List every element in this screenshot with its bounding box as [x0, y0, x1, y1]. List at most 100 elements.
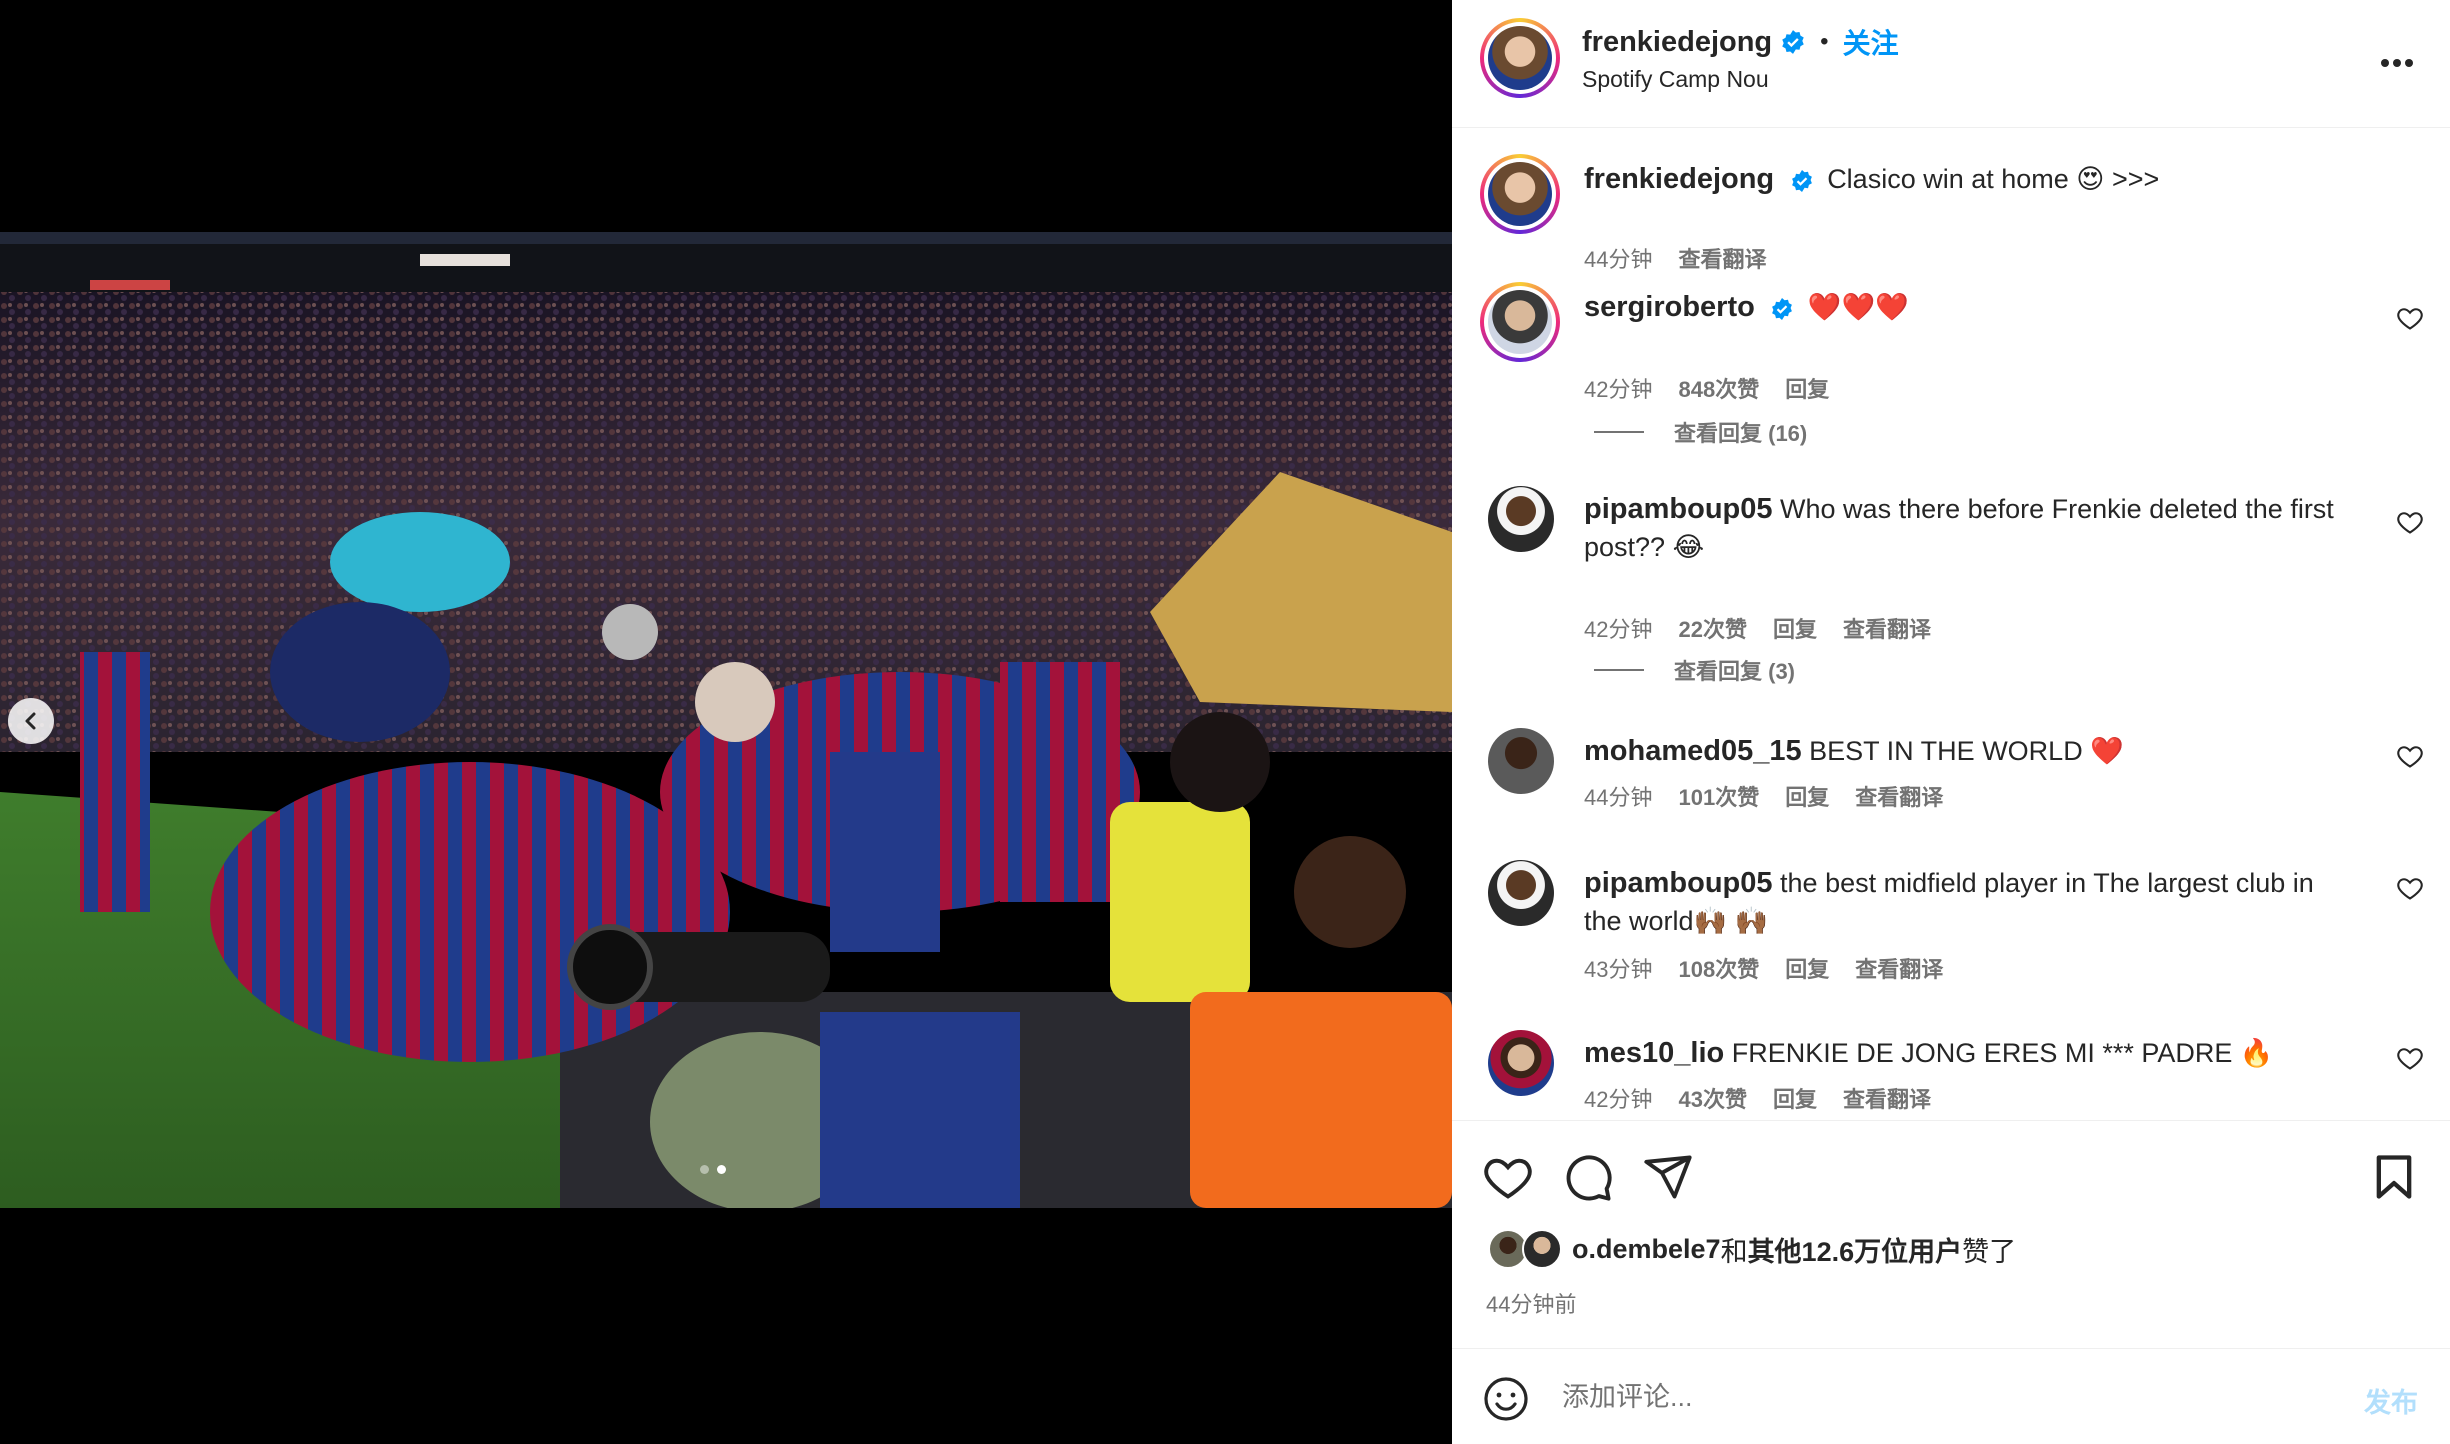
verified-badge-icon	[1772, 297, 1793, 320]
comment-body: Who was there before Frenkie deleted the…	[1780, 494, 2334, 524]
comment-text: frenkiedejong Clasico win at home 😍 >>>	[1584, 160, 2159, 198]
author-username[interactable]: frenkiedejong	[1582, 26, 1772, 59]
reply-button[interactable]: 回复	[1785, 952, 1829, 984]
more-icon[interactable]	[2380, 38, 2414, 77]
caption-row: frenkiedejong Clasico win at home 😍 >>> …	[1452, 154, 2450, 274]
heart-icon[interactable]	[1482, 1151, 1534, 1203]
reply-button[interactable]: 回复	[1785, 372, 1829, 404]
comment-time[interactable]: 44分钟	[1584, 242, 1652, 274]
heart-icon[interactable]	[2396, 508, 2424, 536]
post-timestamp[interactable]: 44分钟前	[1486, 1287, 1576, 1319]
heart-icon[interactable]	[2396, 304, 2424, 332]
comment-row: pipamboup05 the best midfield player in …	[1452, 860, 2450, 1010]
share-icon[interactable]	[1642, 1151, 1694, 1203]
comment-time[interactable]: 42分钟	[1584, 1082, 1652, 1114]
comment-body-cont: the world🙌🏾 🙌🏾	[1584, 906, 1769, 936]
comment-body: ❤️❤️❤️	[1807, 292, 1909, 322]
comment-text: sergiroberto ❤️❤️❤️	[1584, 288, 1909, 326]
view-replies-label: 查看回复 (3)	[1674, 659, 1796, 684]
comment-meta: 43分钟 108次赞 回复 查看翻译	[1584, 952, 1943, 984]
post-photo[interactable]	[0, 232, 1452, 1208]
post-header: frenkiedejong • 关注 Spotify Camp Nou	[1452, 0, 2450, 128]
avatar[interactable]	[1480, 154, 1560, 234]
avatar[interactable]	[1488, 860, 1554, 926]
heart-icon[interactable]	[2396, 874, 2424, 902]
instagram-post-view: frenkiedejong • 关注 Spotify Camp Nou fren…	[0, 0, 2450, 1444]
heart-icon[interactable]	[2396, 1044, 2424, 1072]
comment-text: pipamboup05 Who was there before Frenkie…	[1584, 490, 2374, 566]
likes-summary[interactable]: o.dembele7 和 其他12.6万位用户 赞了	[1488, 1229, 2016, 1269]
comment-row: mohamed05_15 BEST IN THE WORLD ❤️ 44分钟 1…	[1452, 728, 2450, 848]
comment-row: mes10_lio FRENKIE DE JONG ERES MI *** PA…	[1452, 1030, 2450, 1120]
verified-badge-icon	[1791, 169, 1812, 192]
translate-button[interactable]: 查看翻译	[1843, 612, 1931, 644]
likes-count[interactable]: 22次赞	[1678, 612, 1746, 644]
others-count[interactable]: 其他12.6万位用户	[1748, 1230, 1963, 1269]
comment-username[interactable]: pipamboup05	[1584, 867, 1773, 899]
comment-meta: 44分钟 查看翻译	[1584, 242, 1767, 274]
comment-text: mohamed05_15 BEST IN THE WORLD ❤️	[1584, 732, 2124, 770]
translate-button[interactable]: 查看翻译	[1843, 1082, 1931, 1114]
avatar	[1522, 1229, 1562, 1269]
likes-count[interactable]: 848次赞	[1678, 372, 1759, 404]
comment-username[interactable]: mes10_lio	[1584, 1037, 1724, 1069]
likes-count[interactable]: 108次赞	[1678, 952, 1759, 984]
comment-username[interactable]: pipamboup05	[1584, 493, 1773, 525]
chevron-left-icon	[25, 712, 36, 730]
avatar[interactable]	[1488, 486, 1554, 552]
heart-icon[interactable]	[2396, 742, 2424, 770]
comment-text: mes10_lio FRENKIE DE JONG ERES MI *** PA…	[1584, 1034, 2274, 1072]
translate-button[interactable]: 查看翻译	[1855, 780, 1943, 812]
comment-time[interactable]: 42分钟	[1584, 612, 1652, 644]
avatar[interactable]	[1480, 282, 1560, 362]
carousel-indicator	[700, 1165, 726, 1174]
replies-divider	[1594, 431, 1644, 433]
comment-body: BEST IN THE WORLD ❤️	[1809, 736, 2124, 766]
post-comment-button[interactable]: 发布	[2364, 1381, 2418, 1420]
carousel-prev-button[interactable]	[8, 698, 54, 744]
likes-connector: 和	[1720, 1236, 1748, 1267]
comment-row: sergiroberto ❤️❤️❤️ 42分钟 848次赞 回复	[1452, 282, 2450, 432]
comment-meta: 42分钟 22次赞 回复 查看翻译	[1584, 612, 1931, 644]
reply-button[interactable]: 回复	[1773, 612, 1817, 644]
likes-count[interactable]: 43次赞	[1678, 1082, 1746, 1114]
comment-meta: 44分钟 101次赞 回复 查看翻译	[1584, 780, 1943, 812]
comment-username[interactable]: frenkiedejong	[1584, 163, 1774, 195]
liker-username[interactable]: o.dembele7	[1572, 1234, 1721, 1265]
likes-tail: 赞了	[1962, 1236, 2017, 1267]
avatar[interactable]	[1488, 728, 1554, 794]
comment-input[interactable]	[1562, 1371, 2282, 1423]
comment-body-cont: post?? 😂	[1584, 532, 1705, 562]
view-replies-button[interactable]: 查看回复 (3)	[1594, 654, 1795, 686]
comment-username[interactable]: sergiroberto	[1584, 291, 1755, 323]
media-viewer	[0, 0, 1452, 1444]
follow-button[interactable]: 关注	[1843, 22, 1899, 62]
comment-time[interactable]: 42分钟	[1584, 372, 1652, 404]
bookmark-icon[interactable]	[2368, 1151, 2420, 1203]
post-location[interactable]: Spotify Camp Nou	[1582, 66, 1769, 93]
liker-avatars	[1488, 1229, 1566, 1269]
reply-button[interactable]: 回复	[1773, 1082, 1817, 1114]
comment-icon[interactable]	[1562, 1151, 1614, 1203]
comment-username[interactable]: mohamed05_15	[1584, 735, 1802, 767]
verified-badge-icon	[1782, 30, 1804, 54]
emoji-icon[interactable]	[1482, 1375, 1530, 1423]
view-replies-label: 查看回复 (16)	[1674, 421, 1808, 446]
translate-button[interactable]: 查看翻译	[1678, 242, 1766, 274]
comment-body: FRENKIE DE JONG ERES MI *** PADRE 🔥	[1731, 1038, 2274, 1068]
author-avatar[interactable]	[1480, 18, 1560, 98]
likes-count[interactable]: 101次赞	[1678, 780, 1759, 812]
view-replies-button[interactable]: 查看回复 (16)	[1594, 416, 1807, 448]
comments-list[interactable]: frenkiedejong Clasico win at home 😍 >>> …	[1452, 128, 2450, 1120]
comment-time[interactable]: 43分钟	[1584, 952, 1652, 984]
avatar[interactable]	[1488, 1030, 1554, 1096]
reply-button[interactable]: 回复	[1785, 780, 1829, 812]
comment-meta: 42分钟 43次赞 回复 查看翻译	[1584, 1082, 1931, 1114]
comment-time[interactable]: 44分钟	[1584, 780, 1652, 812]
comment-row: pipamboup05 Who was there before Frenkie…	[1452, 486, 2450, 642]
comment-text: pipamboup05 the best midfield player in …	[1584, 864, 2374, 940]
post-sidebar: frenkiedejong • 关注 Spotify Camp Nou fren…	[1452, 0, 2450, 1444]
comment-body: the best midfield player in The largest …	[1780, 868, 2314, 898]
comment-meta: 42分钟 848次赞 回复	[1584, 372, 1829, 404]
translate-button[interactable]: 查看翻译	[1855, 952, 1943, 984]
